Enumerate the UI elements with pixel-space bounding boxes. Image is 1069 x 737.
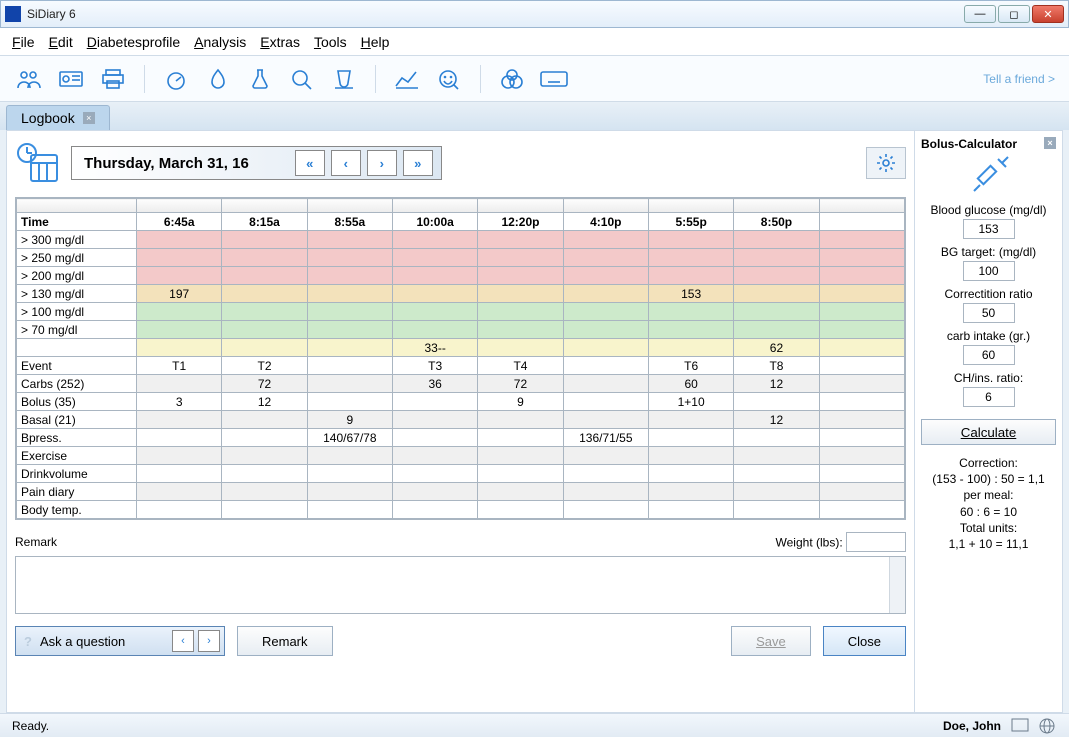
menu-edit[interactable]: Edit xyxy=(49,34,73,50)
weight-input[interactable] xyxy=(846,532,906,552)
status-ready: Ready. xyxy=(12,719,49,733)
carb-input[interactable] xyxy=(963,345,1015,365)
calculate-button[interactable]: Calculate xyxy=(921,419,1056,445)
dash-icon[interactable] xyxy=(161,64,191,94)
search-icon[interactable] xyxy=(287,64,317,94)
ask-prev-button[interactable]: ‹ xyxy=(172,630,194,652)
menu-diabetesprofile[interactable]: Diabetesprofile xyxy=(87,34,180,50)
calendar-icon xyxy=(15,141,61,185)
people-icon[interactable] xyxy=(14,64,44,94)
menu-tools[interactable]: Tools xyxy=(314,34,347,50)
minimize-button[interactable]: — xyxy=(964,5,996,23)
syringe-icon xyxy=(968,155,1010,197)
print-icon[interactable] xyxy=(98,64,128,94)
date-display[interactable]: Thursday, March 31, 16 « ‹ › » xyxy=(71,146,442,180)
settings-button[interactable] xyxy=(866,147,906,179)
menu-extras[interactable]: Extras xyxy=(260,34,300,50)
chins-input[interactable] xyxy=(963,387,1015,407)
question-icon: ? xyxy=(16,634,40,649)
date-first-button[interactable]: « xyxy=(295,150,325,176)
keyboard-status-icon[interactable] xyxy=(1011,718,1029,734)
idcard-icon[interactable] xyxy=(56,64,86,94)
close-button[interactable]: Close xyxy=(823,626,906,656)
toolbar: Tell a friend > xyxy=(0,56,1069,102)
status-bar: Ready. Doe, John xyxy=(0,713,1069,737)
bg-label: Blood glucose (mg/dl) xyxy=(921,203,1056,217)
target-label: BG target: (mg/dl) xyxy=(921,245,1056,259)
corr-label: Correctition ratio xyxy=(921,287,1056,301)
smiley-icon[interactable] xyxy=(434,64,464,94)
menu-bar: File Edit Diabetesprofile Analysis Extra… xyxy=(0,28,1069,56)
tab-label: Logbook xyxy=(21,110,75,126)
bolus-close-icon[interactable]: × xyxy=(1044,137,1056,149)
cup-icon[interactable] xyxy=(329,64,359,94)
target-input[interactable] xyxy=(963,261,1015,281)
bolus-calculator-panel: Bolus-Calculator × Blood glucose (mg/dl)… xyxy=(914,131,1062,712)
date-next-button[interactable]: › xyxy=(367,150,397,176)
remark-textarea[interactable] xyxy=(15,556,906,614)
carb-label: carb intake (gr.) xyxy=(921,329,1056,343)
status-user: Doe, John xyxy=(943,719,1001,733)
ask-label: Ask a question xyxy=(40,634,172,649)
menu-analysis[interactable]: Analysis xyxy=(194,34,246,50)
save-button[interactable]: Save xyxy=(731,626,811,656)
chins-label: CH/ins. ratio: xyxy=(921,371,1056,385)
remark-label: Remark xyxy=(15,535,57,549)
scrollbar[interactable] xyxy=(889,557,905,613)
bg-input[interactable] xyxy=(963,219,1015,239)
bolus-results: Correction: (153 - 100) : 50 = 1,1 per m… xyxy=(921,455,1056,552)
corr-input[interactable] xyxy=(963,303,1015,323)
tab-strip: Logbook × xyxy=(0,102,1069,130)
tell-a-friend-link[interactable]: Tell a friend > xyxy=(983,72,1055,86)
menu-help[interactable]: Help xyxy=(361,34,390,50)
menu-file[interactable]: File xyxy=(12,34,35,50)
app-icon xyxy=(5,6,21,22)
ask-a-question[interactable]: ? Ask a question ‹ › xyxy=(15,626,225,656)
window-title: SiDiary 6 xyxy=(27,7,964,21)
chart-icon[interactable] xyxy=(392,64,422,94)
tab-logbook[interactable]: Logbook × xyxy=(6,105,110,130)
keyboard-icon[interactable] xyxy=(539,64,569,94)
main-area: Thursday, March 31, 16 « ‹ › » Time6:45a… xyxy=(6,130,1063,713)
window-close-button[interactable]: ✕ xyxy=(1032,5,1064,23)
bolus-title: Bolus-Calculator xyxy=(921,137,1017,151)
maximize-button[interactable]: ◻ xyxy=(998,5,1030,23)
logbook-panel: Thursday, March 31, 16 « ‹ › » Time6:45a… xyxy=(7,131,914,712)
logbook-grid[interactable]: Time6:45a8:15a8:55a10:00a12:20p4:10p5:55… xyxy=(15,197,906,520)
drop-icon[interactable] xyxy=(203,64,233,94)
globe-status-icon[interactable] xyxy=(1039,718,1057,734)
date-last-button[interactable]: » xyxy=(403,150,433,176)
ask-next-button[interactable]: › xyxy=(198,630,220,652)
weight-label: Weight (lbs): xyxy=(776,536,843,550)
ring-icon[interactable] xyxy=(497,64,527,94)
flask-icon[interactable] xyxy=(245,64,275,94)
remark-button[interactable]: Remark xyxy=(237,626,333,656)
date-prev-button[interactable]: ‹ xyxy=(331,150,361,176)
tab-close-icon[interactable]: × xyxy=(83,112,95,124)
window-titlebar: SiDiary 6 — ◻ ✕ xyxy=(0,0,1069,28)
date-text: Thursday, March 31, 16 xyxy=(80,155,289,172)
